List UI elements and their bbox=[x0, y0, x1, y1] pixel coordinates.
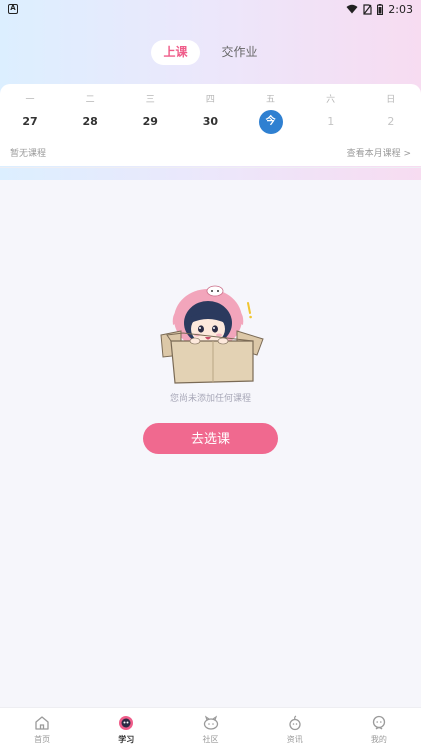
nav-item-community[interactable]: 社区 bbox=[168, 708, 252, 750]
weekday-label: 日 bbox=[386, 95, 396, 105]
date-cell-today[interactable]: 今 bbox=[258, 110, 283, 134]
home-icon bbox=[35, 716, 49, 730]
notification-icon: A bbox=[8, 4, 18, 14]
date-cell[interactable]: 1 bbox=[319, 110, 343, 134]
date-cell[interactable]: 2 bbox=[379, 110, 403, 134]
nav-label: 社区 bbox=[202, 735, 219, 744]
date-cell[interactable]: 30 bbox=[198, 110, 222, 134]
community-icon bbox=[203, 715, 218, 730]
divider bbox=[0, 167, 421, 168]
weekday-label: 四 bbox=[205, 95, 215, 105]
nav-label: 首页 bbox=[34, 735, 51, 744]
status-bar: A 2:03 bbox=[0, 0, 421, 18]
weekday-label: 二 bbox=[85, 95, 95, 105]
no-course-label: 暂无课程 bbox=[10, 149, 47, 159]
tab-homework[interactable]: 交作业 bbox=[210, 40, 270, 65]
date-cell[interactable]: 27 bbox=[18, 110, 42, 134]
nav-item-study[interactable]: 学习 bbox=[84, 708, 168, 750]
date-row: 27 28 29 30 今 1 2 bbox=[0, 110, 421, 134]
battery-icon bbox=[377, 3, 384, 15]
top-tabs: 上课 交作业 bbox=[0, 40, 421, 65]
clock: 2:03 bbox=[388, 2, 413, 16]
weekday-label: 三 bbox=[145, 95, 155, 105]
select-course-button[interactable]: 去选课 bbox=[143, 423, 278, 454]
nav-label: 学习 bbox=[118, 735, 135, 744]
news-icon bbox=[289, 715, 301, 731]
date-cell[interactable]: 29 bbox=[138, 110, 162, 134]
bottom-navigation: 首页 学习 社区 资讯 我的 bbox=[0, 707, 421, 750]
nav-label: 资讯 bbox=[286, 735, 303, 744]
tab-class[interactable]: 上课 bbox=[151, 40, 200, 65]
wifi-icon bbox=[346, 4, 358, 14]
no-sim-icon bbox=[363, 3, 372, 15]
nav-label: 我的 bbox=[370, 735, 387, 744]
profile-icon bbox=[372, 715, 386, 730]
weekday-label: 五 bbox=[266, 95, 276, 105]
weekday-label: 一 bbox=[25, 95, 35, 105]
study-icon bbox=[119, 716, 134, 730]
empty-state-message: 您尚未添加任何课程 bbox=[169, 394, 251, 404]
nav-item-profile[interactable]: 我的 bbox=[337, 708, 421, 750]
nav-item-news[interactable]: 资讯 bbox=[253, 708, 337, 750]
empty-box-mascot-illustration bbox=[160, 285, 264, 384]
nav-item-home[interactable]: 首页 bbox=[0, 708, 84, 750]
weekday-label: 六 bbox=[326, 95, 336, 105]
date-cell[interactable]: 28 bbox=[78, 110, 102, 134]
weekday-row: 一 二 三 四 五 六 日 bbox=[0, 92, 421, 105]
view-month-courses-link[interactable]: 查看本月课程 > bbox=[347, 146, 411, 159]
week-calendar: 一 二 三 四 五 六 日 27 28 29 30 今 1 2 暂无课程 查看本… bbox=[0, 84, 421, 166]
